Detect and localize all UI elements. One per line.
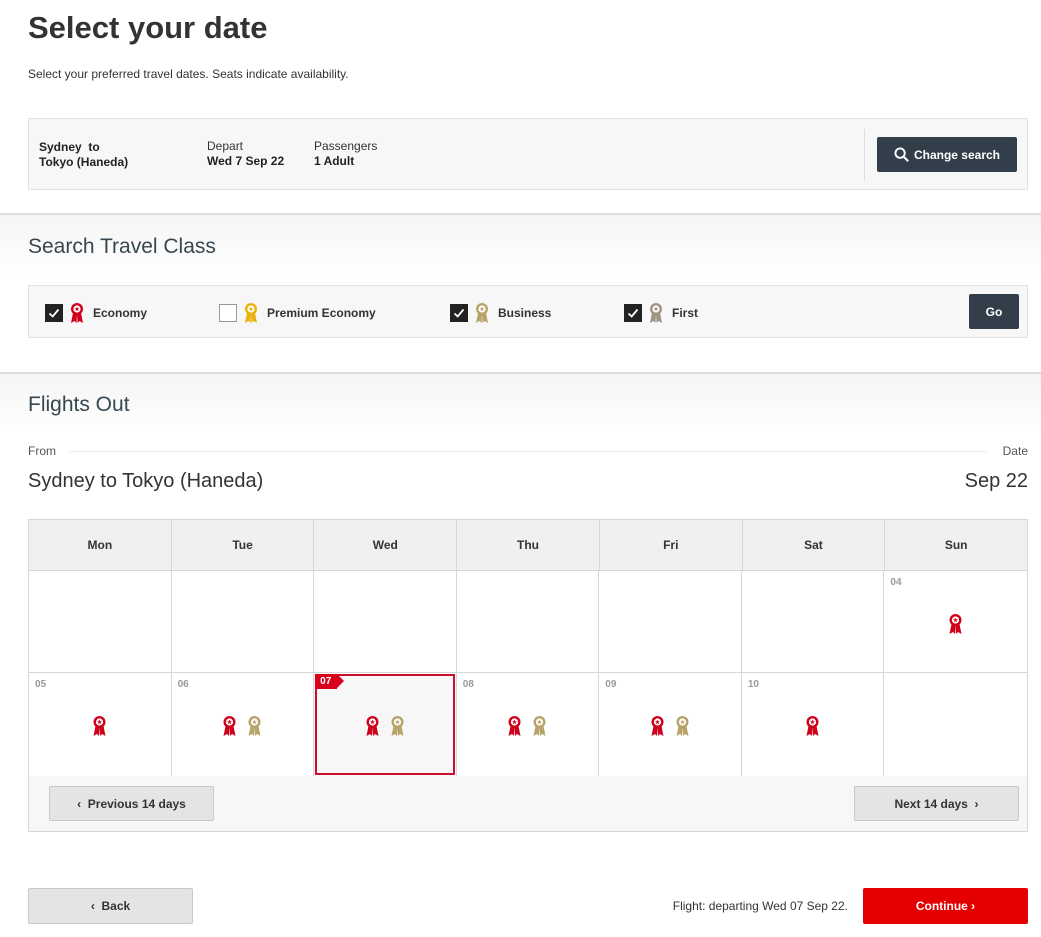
depart-value: Wed 7 Sep 22 [207,154,285,168]
travel-class-bar: Economy Premium Economy Business First G… [28,285,1028,338]
calendar-day-08[interactable]: 08 [456,673,600,776]
economy-award-icon [651,716,664,736]
calendar-weekday-header: Mon Tue Wed Thu Fri Sat Sun [29,520,1027,571]
change-search-button[interactable]: Change search [877,137,1017,172]
search-icon [894,147,909,162]
calendar-empty-cell [599,571,742,673]
class-option-economy[interactable]: Economy [45,302,147,324]
economy-label: Economy [93,306,148,320]
summary-route: Sydney to Tokyo (Haneda) [39,140,128,170]
availability-icons [884,613,1027,635]
availability-icons [314,715,456,737]
business-award-icon [248,716,261,736]
depart-label: Depart [207,139,244,153]
economy-award-icon [806,716,819,736]
calendar-empty-cell [741,571,885,673]
calendar-day-06[interactable]: 06 [171,673,315,776]
page-subtitle: Select your preferred travel dates. Seat… [28,67,349,81]
flight-route: Sydney to Tokyo (Haneda) [28,470,264,492]
travel-class-title: Search Travel Class [28,235,216,258]
weekday-thu: Thu [457,520,600,570]
economy-award-icon [223,716,236,736]
business-award-icon [533,716,546,736]
premium-economy-checkbox[interactable] [219,304,237,322]
economy-award-icon [949,614,962,634]
calendar-day-10[interactable]: 10 [741,673,885,776]
calendar-day-05[interactable]: 05 [29,673,172,776]
flights-out-title: Flights Out [28,393,130,416]
calendar-empty-cell [314,571,457,673]
weekday-sun: Sun [944,538,968,552]
passengers-value: 1 Adult [314,154,355,168]
calendar-empty-cell [171,571,315,673]
day-number: 08 [462,679,474,690]
calendar-empty-cell [29,571,172,673]
business-award-icon [476,303,488,323]
availability-icons [457,715,599,737]
summary-passengers: Passengers 1 Adult [314,139,377,169]
economy-checkbox[interactable] [45,304,63,322]
calendar-day-07[interactable]: 07 [314,673,457,776]
class-option-first[interactable]: First [624,302,698,324]
weekday-tue: Tue [172,520,315,570]
calendar-grid: 04 05 06 07 08 09 10 [29,571,1027,776]
checkmark-icon [48,308,60,318]
day-number: 05 [35,679,47,690]
availability-icons [742,715,884,737]
weekday-fri: Fri [600,520,743,570]
first-award-icon [650,303,662,323]
change-search-label: Change search [913,147,1001,162]
calendar-day-04[interactable]: 04 [884,571,1027,673]
calendar-month: Sep 22 [964,470,1028,492]
search-summary: Sydney to Tokyo (Haneda) Depart Wed 7 Se… [28,118,1028,190]
summary-divider [864,129,865,181]
first-label: First [672,306,699,320]
class-option-business[interactable]: Business [450,302,551,324]
summary-route-from: Sydney to [39,140,100,154]
selected-flight-note: Flight: departing Wed 07 Sep 22. [672,899,848,913]
previous-14-days-button[interactable]: ‹ Previous 14 days [49,786,214,821]
selected-date-flag: 07 [315,674,345,689]
next-14-days-button[interactable]: Next 14 days › [854,786,1019,821]
weekday-wed: Wed [314,520,458,570]
first-checkbox[interactable] [624,304,642,322]
passengers-label: Passengers [314,139,378,153]
weekday-sat: Sat [743,520,886,570]
calendar-empty-cell [456,571,600,673]
from-label: From [28,444,56,458]
checkmark-icon [627,308,639,318]
summary-route-to: Tokyo (Haneda) [39,155,129,169]
premium-economy-award-icon [245,303,257,323]
economy-award-icon [71,303,83,323]
day-number: 09 [605,679,617,690]
back-button[interactable]: ‹ Back [28,888,193,924]
economy-award-icon [93,716,106,736]
day-number: 06 [177,679,189,690]
go-button[interactable]: Go [969,294,1019,329]
business-checkbox[interactable] [450,304,468,322]
checkmark-icon [453,308,465,318]
weekday-mon: Mon [29,520,172,570]
business-award-icon [676,716,689,736]
summary-depart: Depart Wed 7 Sep 22 [207,139,284,169]
economy-award-icon [508,716,521,736]
date-label: Date [1002,444,1028,458]
class-option-premium-economy[interactable]: Premium Economy [219,302,376,324]
availability-icons [172,715,314,737]
calendar-empty-cell [884,673,1027,776]
day-number: 04 [890,577,902,588]
business-label: Business [498,306,552,320]
premium-economy-label: Premium Economy [267,306,376,320]
calendar-day-09[interactable]: 09 [599,673,742,776]
availability-icons [29,715,171,737]
page-title: Select your date [28,10,268,45]
day-number: 10 [747,679,759,690]
date-calendar: Mon Tue Wed Thu Fri Sat Sun 04 05 06 07 08 09… [28,519,1028,832]
business-award-icon [391,716,404,736]
continue-button[interactable]: Continue › [863,888,1028,924]
economy-award-icon [366,716,379,736]
availability-icons [599,715,741,737]
header-divider [68,451,988,452]
